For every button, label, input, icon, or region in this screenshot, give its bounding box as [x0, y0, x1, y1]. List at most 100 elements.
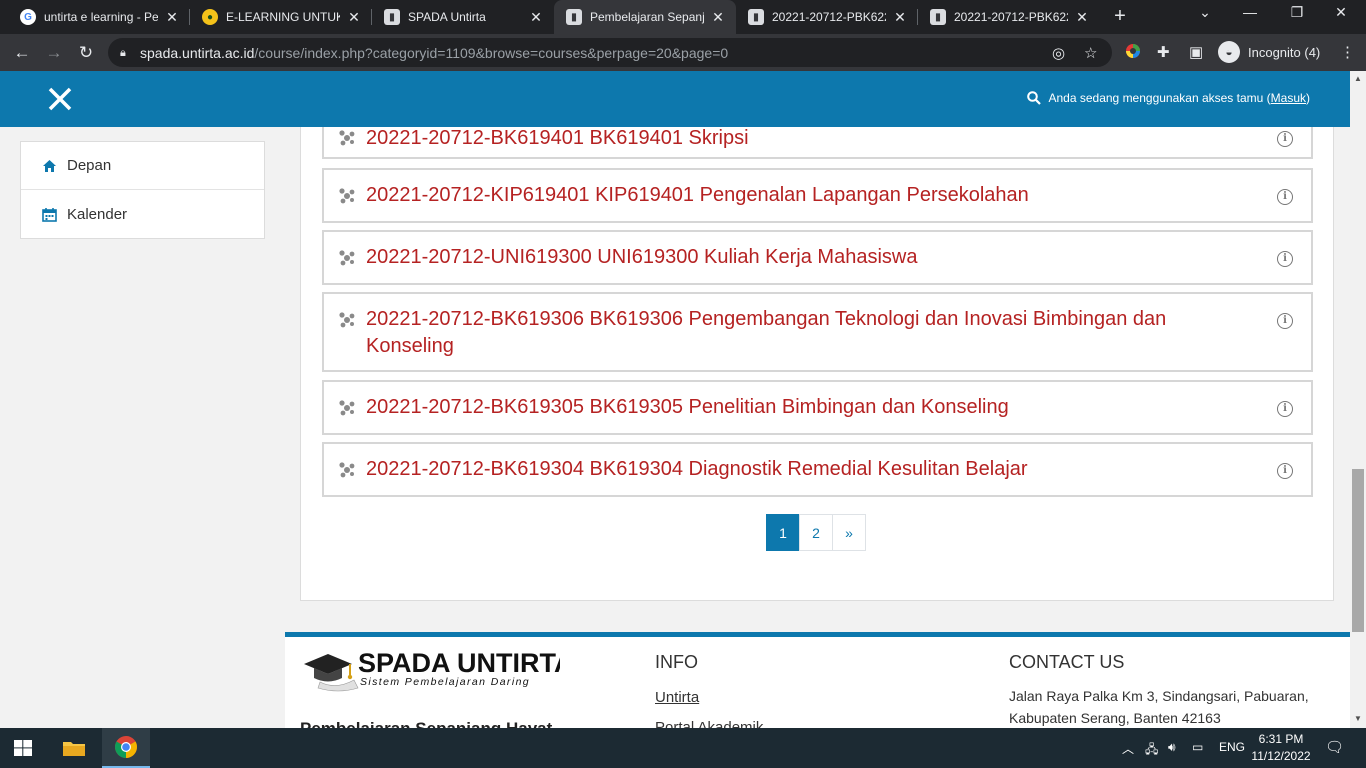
- incognito-indicator[interactable]: ◒ Incognito (4): [1218, 41, 1320, 63]
- course-icon: [338, 187, 356, 205]
- close-tab-icon[interactable]: ✕: [528, 9, 544, 26]
- course-item[interactable]: 20221-20712-BK619305 BK619305 Penelitian…: [322, 380, 1313, 435]
- info-icon[interactable]: i: [1277, 313, 1293, 329]
- footer-site-title: Pembelajaran Sepanjang Hayat: [300, 719, 552, 728]
- course-item[interactable]: 20221-20712-BK619401 BK619401 Skripsi i: [322, 127, 1313, 159]
- extensions-puzzle-icon[interactable]: ✚: [1157, 43, 1170, 61]
- close-window-icon[interactable]: ✕: [1326, 4, 1356, 21]
- close-tab-icon[interactable]: ✕: [710, 9, 726, 26]
- url-text: spada.untirta.ac.id/course/index.php?cat…: [140, 44, 729, 61]
- sidebar-item-kalender[interactable]: Kalender: [21, 190, 264, 238]
- file-explorer-taskbar-button[interactable]: [50, 728, 98, 768]
- home-icon: [41, 158, 57, 174]
- page-scrollbar[interactable]: ▲ ▼: [1350, 71, 1366, 728]
- windows-taskbar: ︿ 🖧︎ 🔊︎ ▭ ENG 6:31 PM 11/12/2022 🗨︎: [0, 728, 1366, 768]
- back-icon[interactable]: ←: [11, 42, 33, 64]
- info-icon[interactable]: i: [1277, 401, 1293, 417]
- course-item[interactable]: 20221-20712-UNI619300 UNI619300 Kuliah K…: [322, 230, 1313, 285]
- browser-tab-6[interactable]: ▮ 20221-20712-PBK622 ✕: [918, 0, 1100, 34]
- eye-off-icon[interactable]: ◎: [1052, 44, 1065, 62]
- close-tab-icon[interactable]: ✕: [892, 9, 908, 26]
- spada-icon: ▮: [748, 9, 764, 25]
- sidebar-item-depan[interactable]: Depan: [21, 142, 264, 190]
- pagination: 1 2 »: [766, 514, 866, 551]
- course-link[interactable]: 20221-20712-BK619401 BK619401 Skripsi: [366, 127, 1231, 152]
- sidebar-item-label: Depan: [67, 157, 112, 174]
- side-panel-icon[interactable]: ▣: [1189, 43, 1203, 61]
- course-link[interactable]: 20221-20712-KIP619401 KIP619401 Pengenal…: [366, 182, 1231, 209]
- scroll-up-icon[interactable]: ▲: [1350, 74, 1366, 83]
- close-tab-icon[interactable]: ✕: [1074, 9, 1090, 26]
- svg-text:SPADA UNTIRTA: SPADA UNTIRTA: [358, 648, 560, 678]
- browser-tab-2[interactable]: ● E-LEARNING UNTUK D ✕: [190, 0, 372, 34]
- info-icon[interactable]: i: [1277, 463, 1293, 479]
- browser-tab-5[interactable]: ▮ 20221-20712-PBK622 ✕: [736, 0, 918, 34]
- browser-tab-3[interactable]: ▮ SPADA Untirta ✕: [372, 0, 554, 34]
- scroll-down-icon[interactable]: ▼: [1350, 714, 1366, 723]
- course-icon: [338, 399, 356, 417]
- close-drawer-icon[interactable]: [46, 85, 74, 113]
- footer-info-heading: INFO: [655, 652, 698, 672]
- language-indicator[interactable]: ENG: [1219, 740, 1245, 754]
- spada-icon: ▮: [930, 9, 946, 25]
- course-icon: [338, 129, 356, 147]
- reload-icon[interactable]: ↻: [75, 42, 97, 64]
- bookmark-star-icon[interactable]: ☆: [1084, 44, 1097, 62]
- course-link[interactable]: 20221-20712-UNI619300 UNI619300 Kuliah K…: [366, 244, 1231, 271]
- info-icon[interactable]: i: [1277, 251, 1293, 267]
- tab-search-chevron-icon[interactable]: ⌄: [1190, 4, 1220, 21]
- close-tab-icon[interactable]: ✕: [346, 9, 362, 26]
- search-icon[interactable]: [1026, 91, 1041, 105]
- battery-icon[interactable]: ▭: [1192, 740, 1203, 754]
- page-content: Depan Kalender 20221-20712-BK619401 BK61…: [0, 127, 1350, 728]
- system-clock[interactable]: 6:31 PM 11/12/2022: [1250, 731, 1312, 765]
- info-icon[interactable]: i: [1277, 131, 1293, 147]
- chrome-icon: [115, 736, 137, 758]
- course-link[interactable]: 20221-20712-BK619305 BK619305 Penelitian…: [366, 394, 1231, 421]
- browser-toolbar: ← → ↻ 🔒︎ spada.untirta.ac.id/course/inde…: [0, 34, 1366, 71]
- spada-untirta-logo[interactable]: SPADA UNTIRTA Sistem Pembelajaran Daring: [300, 644, 560, 694]
- page-1-button[interactable]: 1: [766, 514, 800, 551]
- next-page-button[interactable]: »: [832, 514, 866, 551]
- sidebar-item-label: Kalender: [67, 205, 128, 223]
- restore-icon[interactable]: ❐: [1282, 4, 1312, 21]
- page-2-button[interactable]: 2: [799, 514, 833, 551]
- tab-title: untirta e learning - Pen: [44, 10, 158, 24]
- footer-link-untirta[interactable]: Untirta: [655, 689, 699, 706]
- spada-icon: ▮: [566, 9, 582, 25]
- minimize-icon[interactable]: —: [1235, 4, 1265, 20]
- google-icon: G: [20, 9, 36, 25]
- scrollbar-thumb[interactable]: [1352, 469, 1364, 632]
- course-item[interactable]: 20221-20712-KIP619401 KIP619401 Pengenal…: [322, 168, 1313, 223]
- guest-access-notice: Anda sedang menggunakan akses tamu (Masu…: [1026, 91, 1310, 105]
- tab-title: 20221-20712-PBK622: [772, 10, 886, 24]
- close-tab-icon[interactable]: ✕: [164, 9, 180, 26]
- network-icon[interactable]: 🖧︎: [1145, 740, 1158, 761]
- windows-start-icon[interactable]: [14, 740, 32, 756]
- notification-center-icon[interactable]: 🗨︎: [1325, 738, 1344, 756]
- incognito-icon: ◒: [1218, 41, 1240, 63]
- show-hidden-icons-chevron-icon[interactable]: ︿: [1122, 740, 1134, 757]
- volume-icon[interactable]: 🔊︎: [1168, 740, 1176, 755]
- site-header: Anda sedang menggunakan akses tamu (Masu…: [0, 71, 1350, 127]
- login-link[interactable]: Masuk: [1271, 91, 1306, 105]
- footer-link-portal-akademik[interactable]: Portal Akademik: [655, 719, 763, 728]
- course-item[interactable]: 20221-20712-BK619306 BK619306 Pengembang…: [322, 292, 1313, 372]
- menu-kebab-icon[interactable]: ⋮: [1340, 43, 1355, 61]
- browser-tab-4-active[interactable]: ▮ Pembelajaran Sepanja ✕: [554, 0, 736, 34]
- forward-icon[interactable]: →: [43, 42, 65, 64]
- course-icon: [338, 249, 356, 267]
- course-icon: [338, 311, 356, 329]
- chrome-taskbar-button[interactable]: [102, 728, 150, 768]
- browser-tab-1[interactable]: G untirta e learning - Pen ✕: [8, 0, 190, 34]
- course-link[interactable]: 20221-20712-BK619306 BK619306 Pengembang…: [366, 306, 1231, 360]
- color-extension-icon[interactable]: [1125, 43, 1141, 63]
- course-link[interactable]: 20221-20712-BK619304 BK619304 Diagnostik…: [366, 456, 1231, 483]
- sidebar-nav: Depan Kalender: [20, 141, 265, 239]
- lock-icon: 🔒︎: [120, 46, 126, 59]
- course-icon: [338, 461, 356, 479]
- new-tab-icon[interactable]: +: [1110, 6, 1130, 26]
- course-item[interactable]: 20221-20712-BK619304 BK619304 Diagnostik…: [322, 442, 1313, 497]
- info-icon[interactable]: i: [1277, 189, 1293, 205]
- address-bar[interactable]: 🔒︎ spada.untirta.ac.id/course/index.php?…: [108, 38, 1112, 67]
